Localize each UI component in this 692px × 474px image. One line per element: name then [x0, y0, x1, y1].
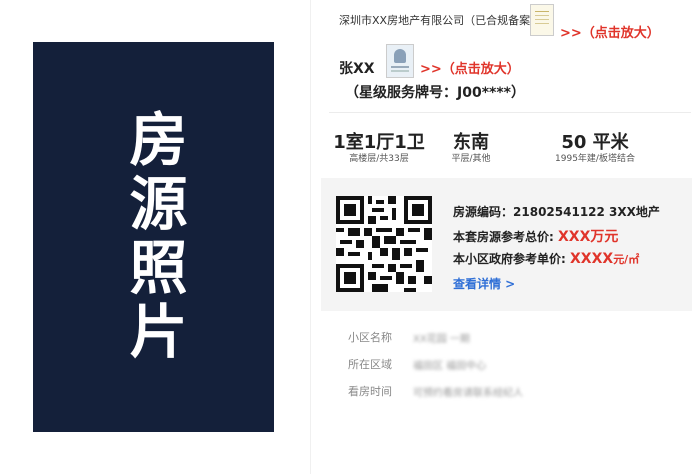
- zoom-certificate-link[interactable]: >>（点击放大）: [560, 22, 660, 41]
- listing-code-label: 房源编码：: [453, 205, 514, 219]
- qr-code[interactable]: [336, 196, 432, 292]
- detail-label-viewing: 看房时间: [348, 385, 392, 398]
- agent-name: 张XX: [339, 61, 375, 77]
- view-details-link[interactable]: 查看详情 >: [453, 275, 515, 292]
- section-divider: [329, 112, 691, 113]
- listing-photo[interactable]: 房源照片: [33, 42, 274, 432]
- unit-price-suffix: 元/㎡: [613, 253, 640, 266]
- total-price-value: XXX万元: [558, 229, 619, 245]
- unit-price: 本小区政府参考单价: XXXX元/㎡: [453, 250, 639, 267]
- star-service-number: （星级服务牌号：J00****）: [345, 82, 525, 102]
- divider: [310, 0, 311, 474]
- star-number: J00****: [457, 85, 511, 101]
- agent-id-card-thumbnail[interactable]: [386, 44, 414, 78]
- build-year-info: 1995年建/板塔结合: [555, 154, 635, 164]
- photo-label: 房源照片: [119, 109, 188, 365]
- detail-label-community: 小区名称: [348, 331, 392, 344]
- detail-value-community: XX花园 一期: [413, 334, 470, 345]
- star-label: （星级服务牌号：: [345, 85, 457, 101]
- zoom-id-card-link[interactable]: >>（点击放大）: [420, 58, 520, 77]
- company-name: 深圳市XX房地产有限公司（已合规备案）: [339, 14, 542, 27]
- listing-code-value: 21802541122 3XX地产: [513, 205, 660, 219]
- detail-label-area: 所在区域: [348, 358, 392, 371]
- detail-value-area: 福田区 福田中心: [413, 361, 487, 372]
- total-price-label: 本套房源参考总价:: [453, 230, 554, 244]
- total-price: 本套房源参考总价: XXX万元: [453, 226, 618, 246]
- certificate-thumbnail[interactable]: [530, 4, 554, 36]
- listing-code: 房源编码：21802541122 3XX地产: [453, 203, 660, 220]
- unit-price-value: XXXX: [570, 251, 614, 267]
- star-close: ）: [510, 85, 525, 101]
- detail-value-viewing: 可预约看房请联系经纪人: [413, 388, 523, 399]
- floor-info: 高楼层/共33层: [349, 154, 409, 164]
- unit-price-label: 本小区政府参考单价:: [453, 252, 566, 266]
- orientation-sub: 平层/其他: [451, 154, 491, 164]
